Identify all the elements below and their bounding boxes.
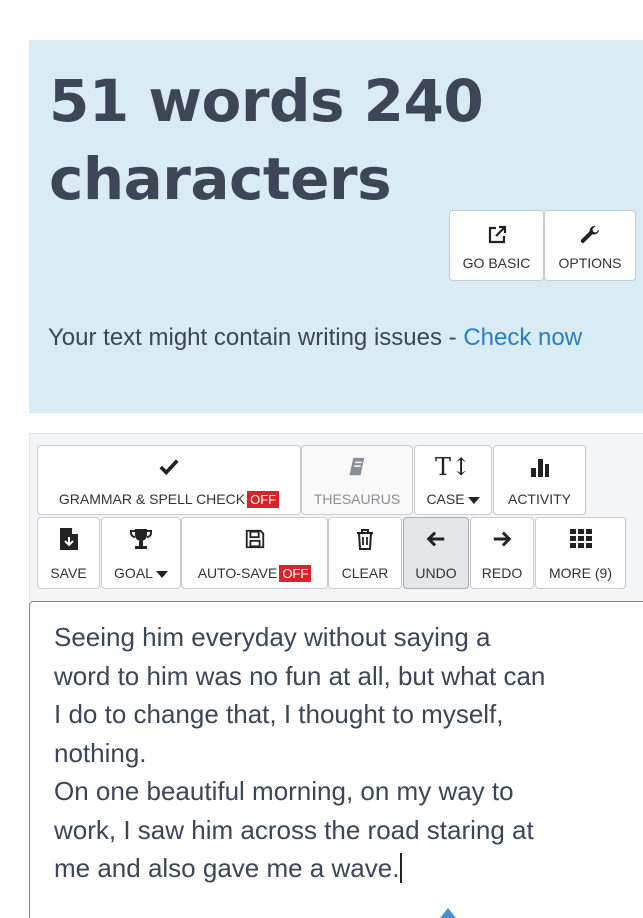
case-button[interactable]: T↕ CASE — [414, 445, 492, 515]
goal-label: GOAL — [114, 565, 153, 581]
grammar-spell-check-button[interactable]: GRAMMAR & SPELL CHECK OFF — [37, 445, 301, 515]
editor-text: Seeing him everyday without saying a wor… — [54, 622, 546, 883]
editor-toolbar: GRAMMAR & SPELL CHECK OFF THESAURUS T↕ CA… — [29, 433, 643, 601]
save-button[interactable]: SAVE — [37, 517, 100, 589]
thesaurus-label: THESAURUS — [313, 491, 401, 507]
caret-down-icon — [467, 496, 480, 504]
grid-icon — [536, 526, 625, 552]
word-counter-page: 51 words 240 characters GO BASIC OPTIONS… — [0, 0, 643, 918]
text-case-icon: T↕ — [434, 453, 472, 481]
options-button[interactable]: OPTIONS — [544, 210, 636, 281]
check-icon — [38, 454, 300, 480]
undo-button[interactable]: UNDO — [403, 517, 469, 589]
activity-label: ACTIVITY — [507, 491, 571, 507]
save-file-icon — [38, 526, 99, 552]
writing-issues-text: Your text might contain writing issues - — [48, 324, 464, 351]
thesaurus-button[interactable]: THESAURUS — [301, 445, 413, 515]
trash-icon — [329, 526, 401, 552]
arrow-left-icon — [404, 526, 468, 552]
auto-save-off-badge: OFF — [279, 565, 312, 582]
book-icon — [302, 454, 412, 480]
clear-button[interactable]: CLEAR — [328, 517, 402, 589]
text-editor[interactable]: Seeing him everyday without saying a wor… — [29, 601, 643, 918]
grammar-off-badge: OFF — [247, 491, 280, 508]
arrow-right-icon — [471, 526, 533, 552]
auto-save-label: AUTO-SAVE — [197, 565, 278, 581]
undo-label: UNDO — [415, 565, 457, 581]
floppy-icon — [182, 526, 327, 552]
text-cursor — [400, 853, 403, 883]
clear-label: CLEAR — [341, 565, 389, 581]
selection-handle[interactable] — [440, 908, 456, 918]
bar-chart-icon — [494, 454, 585, 480]
auto-save-button[interactable]: AUTO-SAVE OFF — [181, 517, 328, 589]
redo-button[interactable]: REDO — [470, 517, 534, 589]
word-character-count: 51 words 240 characters — [49, 67, 484, 213]
external-link-icon — [485, 221, 509, 249]
redo-label: REDO — [481, 565, 523, 581]
goal-button[interactable]: GOAL — [101, 517, 181, 589]
go-basic-button[interactable]: GO BASIC — [449, 210, 544, 281]
wrench-icon — [578, 221, 602, 249]
options-label: OPTIONS — [558, 254, 622, 271]
activity-button[interactable]: ACTIVITY — [493, 445, 586, 515]
writing-issues-notice: Your text might contain writing issues -… — [48, 318, 628, 357]
more-button[interactable]: MORE (9) — [535, 517, 626, 589]
go-basic-label: GO BASIC — [462, 254, 531, 271]
stats-panel: 51 words 240 characters GO BASIC OPTIONS… — [29, 40, 643, 413]
editor-content[interactable]: Seeing him everyday without saying a wor… — [54, 618, 643, 888]
trophy-icon — [102, 526, 180, 552]
case-label: CASE — [426, 491, 465, 507]
save-label: SAVE — [50, 565, 87, 581]
more-label: MORE (9) — [549, 565, 612, 581]
check-now-link[interactable]: Check now — [463, 324, 582, 351]
caret-down-icon — [155, 570, 168, 578]
grammar-label: GRAMMAR & SPELL CHECK — [58, 491, 246, 507]
